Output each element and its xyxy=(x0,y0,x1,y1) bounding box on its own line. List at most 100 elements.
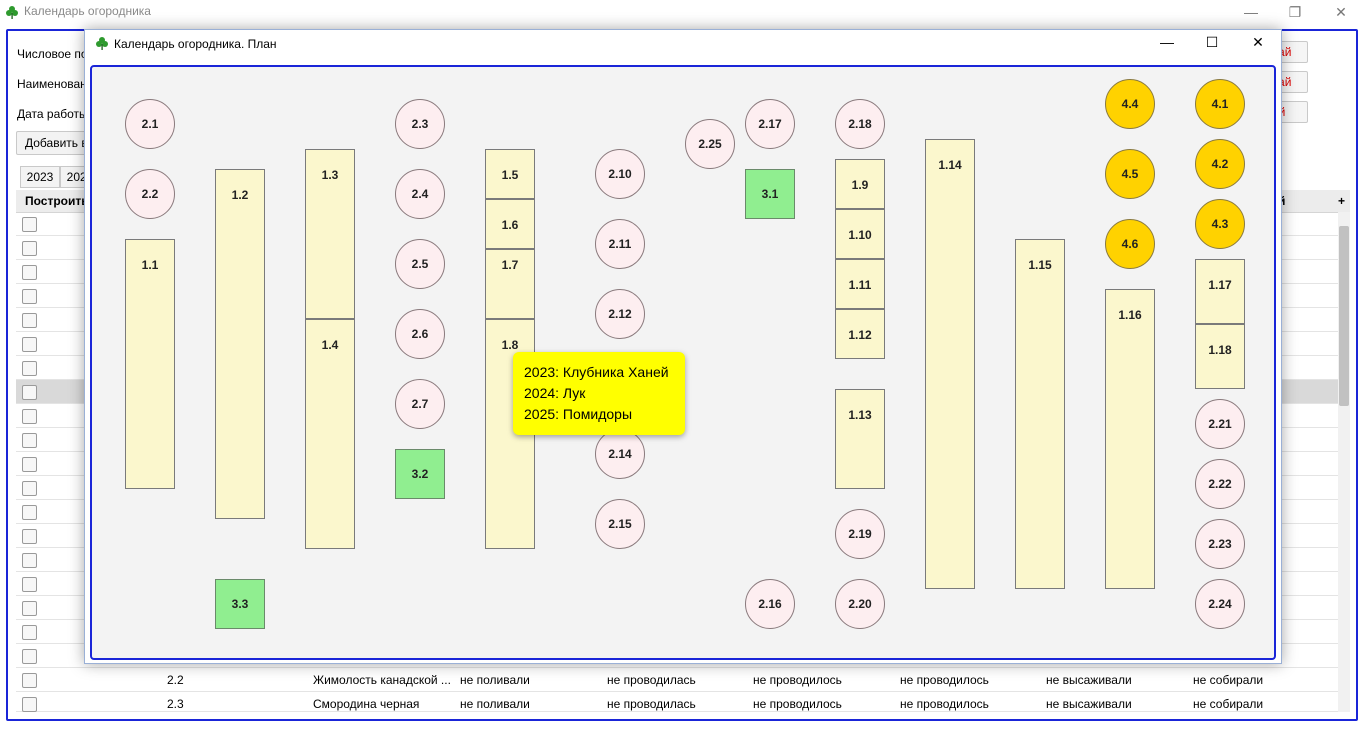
garden-bed[interactable]: 1.4 xyxy=(305,319,355,549)
plant-circle[interactable]: 2.24 xyxy=(1195,579,1245,629)
row-checkbox[interactable] xyxy=(22,265,37,280)
plan-minimize-button[interactable]: — xyxy=(1144,30,1190,54)
gold-plant-circle[interactable]: 4.3 xyxy=(1195,199,1245,249)
table-row[interactable]: 2.2 Жимолость канадской ... не поливали … xyxy=(16,668,1338,692)
clover-app-icon xyxy=(95,36,109,50)
row-checkbox[interactable] xyxy=(22,601,37,616)
garden-bed[interactable]: 1.17 xyxy=(1195,259,1245,324)
cell-c2: не проводилась xyxy=(607,697,696,711)
garden-bed[interactable]: 1.11 xyxy=(835,259,885,309)
plant-circle[interactable]: 2.25 xyxy=(685,119,735,169)
garden-bed[interactable]: 1.1 xyxy=(125,239,175,489)
garden-bed[interactable]: 1.5 xyxy=(485,149,535,199)
plant-circle[interactable]: 2.20 xyxy=(835,579,885,629)
plant-circle[interactable]: 2.16 xyxy=(745,579,795,629)
garden-bed[interactable]: 1.3 xyxy=(305,149,355,319)
garden-bed[interactable]: 1.13 xyxy=(835,389,885,489)
plant-circle[interactable]: 2.19 xyxy=(835,509,885,559)
plant-circle[interactable]: 2.3 xyxy=(395,99,445,149)
date-label: Дата работы xyxy=(17,107,88,121)
row-checkbox[interactable] xyxy=(22,361,37,376)
plant-circle[interactable]: 2.10 xyxy=(595,149,645,199)
name-label: Наименован xyxy=(17,77,87,91)
garden-bed-label: 1.12 xyxy=(848,328,872,342)
garden-bed-label: 1.1 xyxy=(141,258,159,272)
plan-maximize-button[interactable]: ☐ xyxy=(1189,30,1235,54)
row-checkbox[interactable] xyxy=(22,553,37,568)
plant-circle[interactable]: 2.11 xyxy=(595,219,645,269)
main-titlebar: Календарь огородника — ❐ ✕ xyxy=(0,0,1366,24)
garden-bed[interactable]: 1.12 xyxy=(835,309,885,359)
garden-bed[interactable]: 1.15 xyxy=(1015,239,1065,589)
row-checkbox[interactable] xyxy=(22,625,37,640)
add-column-icon[interactable]: + xyxy=(1338,194,1345,208)
table-scrollbar-thumb[interactable] xyxy=(1339,226,1349,406)
garden-bed[interactable]: 1.9 xyxy=(835,159,885,209)
year-tab-1[interactable]: 2023 xyxy=(20,166,60,188)
plant-circle[interactable]: 2.4 xyxy=(395,169,445,219)
gold-plant-circle[interactable]: 4.1 xyxy=(1195,79,1245,129)
green-plot-square[interactable]: 3.1 xyxy=(745,169,795,219)
garden-bed[interactable]: 1.10 xyxy=(835,209,885,259)
cell-c6: не собирали xyxy=(1193,673,1264,687)
plant-circle[interactable]: 2.2 xyxy=(125,169,175,219)
plant-circle[interactable]: 2.23 xyxy=(1195,519,1245,569)
cell-c3: не проводилось xyxy=(753,673,842,687)
plant-circle[interactable]: 2.6 xyxy=(395,309,445,359)
row-checkbox[interactable] xyxy=(22,313,37,328)
gold-plant-circle[interactable]: 4.5 xyxy=(1105,149,1155,199)
garden-bed[interactable]: 1.14 xyxy=(925,139,975,589)
plant-circle[interactable]: 2.18 xyxy=(835,99,885,149)
garden-bed[interactable]: 1.16 xyxy=(1105,289,1155,589)
plant-circle[interactable]: 2.21 xyxy=(1195,399,1245,449)
row-checkbox[interactable] xyxy=(22,649,37,664)
plant-circle[interactable]: 2.5 xyxy=(395,239,445,289)
row-checkbox[interactable] xyxy=(22,289,37,304)
garden-bed-label: 1.7 xyxy=(501,258,519,272)
row-checkbox[interactable] xyxy=(22,337,37,352)
row-checkbox[interactable] xyxy=(22,241,37,256)
plant-circle[interactable]: 2.7 xyxy=(395,379,445,429)
plant-circle[interactable]: 2.17 xyxy=(745,99,795,149)
row-checkbox[interactable] xyxy=(22,481,37,496)
plant-circle[interactable]: 2.15 xyxy=(595,499,645,549)
table-row[interactable]: 2.3 Смородина черная не поливали не пров… xyxy=(16,692,1338,712)
plant-circle[interactable]: 2.1 xyxy=(125,99,175,149)
row-checkbox[interactable] xyxy=(22,433,37,448)
gold-plant-circle[interactable]: 4.2 xyxy=(1195,139,1245,189)
garden-bed[interactable]: 1.7 xyxy=(485,249,535,319)
row-checkbox[interactable] xyxy=(22,697,37,712)
row-checkbox[interactable] xyxy=(22,457,37,472)
row-checkbox[interactable] xyxy=(22,409,37,424)
plant-circle[interactable]: 2.22 xyxy=(1195,459,1245,509)
plant-circle[interactable]: 2.12 xyxy=(595,289,645,339)
gold-plant-circle[interactable]: 4.4 xyxy=(1105,79,1155,129)
row-checkbox[interactable] xyxy=(22,217,37,232)
cell-code: 2.3 xyxy=(167,697,184,711)
plant-circle[interactable]: 2.14 xyxy=(595,429,645,479)
garden-bed-label: 1.8 xyxy=(501,338,519,352)
row-checkbox[interactable] xyxy=(22,673,37,688)
close-button[interactable]: ✕ xyxy=(1318,0,1364,24)
row-checkbox[interactable] xyxy=(22,505,37,520)
bed-history-tooltip: 2023: Клубника Ханей 2024: Лук 2025: Пом… xyxy=(513,352,685,435)
garden-bed-label: 1.3 xyxy=(321,168,339,182)
cell-name: Жимолость канадской ... xyxy=(313,673,451,687)
garden-bed-label: 1.2 xyxy=(231,188,249,202)
gold-plant-circle[interactable]: 4.6 xyxy=(1105,219,1155,269)
row-checkbox[interactable] xyxy=(22,529,37,544)
minimize-button[interactable]: — xyxy=(1228,0,1274,24)
garden-bed-label: 1.4 xyxy=(321,338,339,352)
cell-c6: не собирали xyxy=(1193,697,1264,711)
green-plot-square[interactable]: 3.2 xyxy=(395,449,445,499)
garden-bed[interactable]: 1.2 xyxy=(215,169,265,519)
row-checkbox[interactable] xyxy=(22,385,37,400)
garden-bed[interactable]: 1.6 xyxy=(485,199,535,249)
restore-button[interactable]: ❐ xyxy=(1272,0,1318,24)
plan-close-button[interactable]: ✕ xyxy=(1235,30,1281,54)
green-plot-square[interactable]: 3.3 xyxy=(215,579,265,629)
garden-bed-label: 1.5 xyxy=(501,168,519,182)
garden-bed[interactable]: 1.18 xyxy=(1195,324,1245,389)
column-header-build[interactable]: Построить xyxy=(25,194,89,208)
row-checkbox[interactable] xyxy=(22,577,37,592)
